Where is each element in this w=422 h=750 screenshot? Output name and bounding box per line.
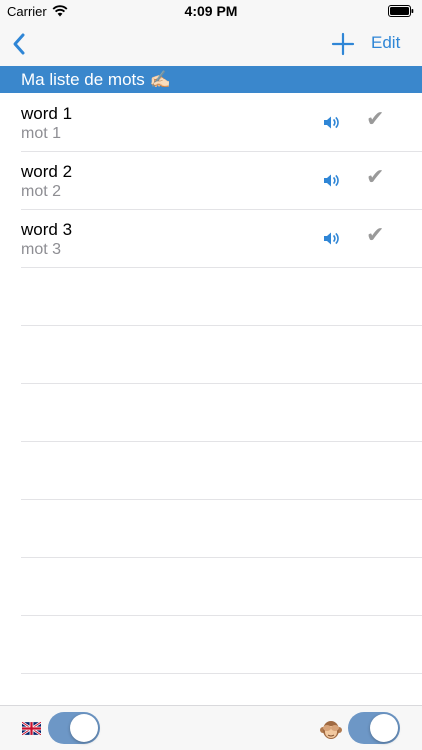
word-translation: mot 2	[21, 183, 62, 200]
edit-button[interactable]: Edit	[371, 33, 400, 53]
language-toggle[interactable]	[48, 712, 100, 744]
empty-row	[21, 442, 422, 500]
empty-row	[21, 500, 422, 558]
toggle-knob	[370, 714, 398, 742]
checkmark-icon[interactable]: ✔	[366, 166, 384, 188]
battery-icon	[388, 5, 414, 17]
list-header: Ma liste de mots ✍🏻	[0, 66, 422, 93]
list-title: Ma liste de mots ✍🏻	[21, 70, 171, 89]
uk-flag-icon	[22, 722, 41, 735]
speaker-icon[interactable]	[323, 172, 341, 189]
navigation-bar: Edit	[0, 22, 422, 66]
empty-row	[21, 268, 422, 326]
word-translation: mot 1	[21, 125, 62, 142]
word-text: word 1	[21, 104, 73, 123]
empty-row	[21, 326, 422, 384]
word-text: word 2	[21, 162, 73, 181]
list-item[interactable]: word 3 mot 3 ✔	[21, 210, 422, 268]
list-item[interactable]: word 1 mot 1 ✔	[21, 94, 422, 152]
checkmark-icon[interactable]: ✔	[366, 108, 384, 130]
status-bar: Carrier 4:09 PM	[0, 0, 422, 22]
word-list: word 1 mot 1 ✔ word 2 mot 2 ✔ word 3 mot…	[0, 94, 422, 674]
word-translation: mot 3	[21, 241, 62, 258]
clock: 4:09 PM	[184, 3, 238, 19]
word-text: word 3	[21, 220, 73, 239]
speaker-icon[interactable]	[323, 114, 341, 131]
empty-row	[21, 616, 422, 674]
checkmark-icon[interactable]: ✔	[366, 224, 384, 246]
empty-row	[21, 384, 422, 442]
toggle-knob	[70, 714, 98, 742]
see-no-evil-monkey-icon	[320, 721, 342, 739]
list-item[interactable]: word 2 mot 2 ✔	[21, 152, 422, 210]
hide-translation-toggle[interactable]	[348, 712, 400, 744]
empty-row	[21, 558, 422, 616]
bottom-toolbar	[0, 705, 422, 750]
back-button[interactable]	[8, 30, 34, 58]
speaker-icon[interactable]	[323, 230, 341, 247]
add-button[interactable]	[331, 32, 355, 56]
